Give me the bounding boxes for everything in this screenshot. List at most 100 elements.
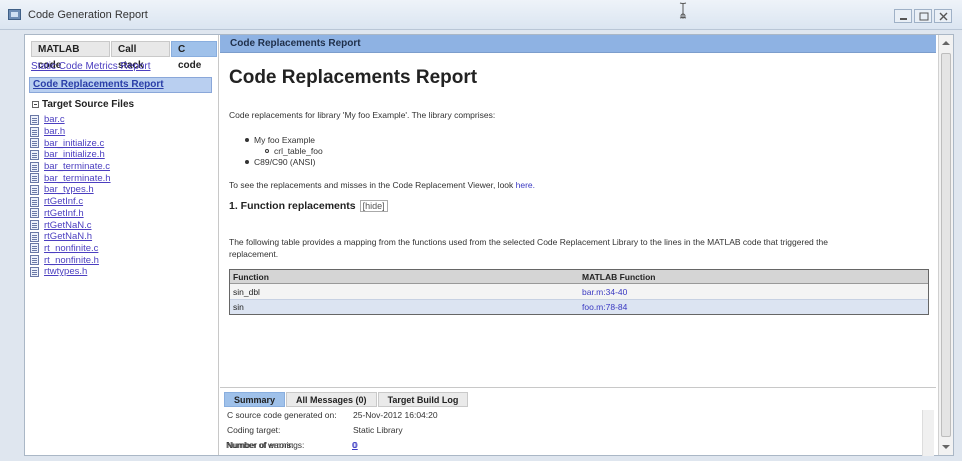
file-link[interactable]: bar_initialize.h [44,149,105,160]
maximize-button[interactable] [914,9,932,23]
table-row: sin foo.m:78-84 [230,299,928,314]
file-link[interactable]: rtwtypes.h [44,266,87,277]
scrollbar-thumb[interactable] [941,53,951,437]
cell-function: sin [233,302,244,312]
header-function: Function [233,271,269,282]
file-item[interactable]: rtGetNaN.h [30,231,111,243]
title-bar: Code Generation Report [0,0,962,30]
file-item[interactable]: rt_nonfinite.c [30,243,111,255]
file-link[interactable]: rtGetNaN.h [44,231,92,242]
tab-matlab-code[interactable]: MATLAB code [31,41,111,71]
file-item[interactable]: rtGetNaN.c [30,219,111,231]
file-list: bar.c bar.h bar_initialize.c bar_initial… [30,114,111,278]
file-item[interactable]: bar_initialize.c [30,137,111,149]
file-icon [30,126,39,137]
summary-label: C source code generated on: [227,410,337,420]
file-link[interactable]: bar.c [44,114,65,125]
report-window: MATLAB code Call stack C code Static Cod… [24,34,954,456]
minimize-button[interactable] [894,9,912,23]
section-title-text: 1. Function replacements [229,200,356,212]
file-link[interactable]: rtGetInf.c [44,196,83,207]
tree-target-source-files[interactable]: Target Source Files [32,99,134,110]
navigation-pane: MATLAB code Call stack C code Static Cod… [25,35,219,455]
file-link[interactable]: bar_terminate.h [44,173,111,184]
cell-matlab-link[interactable]: bar.m:34-40 [579,287,928,297]
file-icon [30,138,39,149]
replacements-table: Function MATLAB Function sin_dbl bar.m:3… [229,269,929,315]
window-title: Code Generation Report [28,9,148,21]
tab-target-build-log[interactable]: Target Build Log [377,392,469,407]
file-item[interactable]: rtGetInf.c [30,196,111,208]
summary-label: Number of warnings: [226,440,305,450]
collapse-icon[interactable] [32,101,39,108]
file-icon [30,114,39,125]
bullet-icon [245,160,249,164]
table-header-row: Function MATLAB Function [230,270,928,284]
summary-panel: Summary All Messages (0) Target Build Lo… [220,387,936,456]
file-item[interactable]: bar_terminate.h [30,172,111,184]
file-icon [30,196,39,207]
library-subitem: crl_table_foo [265,146,323,156]
table-description: The following table provides a mapping f… [229,237,828,247]
cell-matlab-link[interactable]: foo.m:78-84 [579,302,928,312]
library-name: My foo Example [254,135,315,145]
file-icon [30,184,39,195]
file-icon [30,149,39,160]
link-static-code-metrics[interactable]: Static Code Metrics Report [31,61,151,72]
table-description-cont: replacement. [229,249,279,259]
tab-summary[interactable]: Summary [224,392,286,407]
viewer-text-body: To see the replacements and misses in th… [229,180,516,190]
scroll-down-icon[interactable] [942,445,950,449]
file-link[interactable]: rtGetInf.h [44,208,84,219]
file-link[interactable]: bar_types.h [44,184,94,195]
hide-section-button[interactable]: [hide] [359,200,388,212]
cell-function: sin_dbl [233,286,260,297]
summary-scrollbar[interactable] [922,410,934,456]
summary-label: Coding target: [227,425,281,435]
section-title: 1. Function replacements [hide] [229,200,388,212]
file-icon [30,220,39,231]
tab-c-code[interactable]: C code [170,41,217,71]
viewer-link[interactable]: here. [516,180,535,190]
vertical-scrollbar[interactable] [938,35,953,455]
file-icon [30,161,39,172]
summary-coding-target: Static Library [353,425,403,435]
file-link[interactable]: bar.h [44,126,65,137]
scroll-up-icon[interactable] [942,41,950,45]
library-table-name: crl_table_foo [274,146,323,156]
report-header-label: Code Replacements Report [230,38,361,49]
table-row: sin_dbl bar.m:34-40 [230,284,928,299]
link-code-replacements-selected[interactable]: Code Replacements Report [29,77,212,93]
file-item[interactable]: bar_terminate.c [30,161,111,173]
library-item: My foo Example [245,135,315,145]
app-icon [8,9,21,20]
file-icon [30,266,39,277]
intro-text: Code replacements for library 'My foo Ex… [229,110,496,120]
page-title: Code Replacements Report [229,67,478,88]
report-header-bar: Code Replacements Report [220,35,936,53]
file-item[interactable]: bar_initialize.h [30,149,111,161]
bullet-icon [245,138,249,142]
library-name: C89/C90 (ANSI) [254,157,316,167]
file-link[interactable]: rtGetNaN.c [44,220,92,231]
file-item[interactable]: bar.h [30,126,111,138]
warnings-count-link[interactable]: 0 [352,440,357,450]
report-pane: Code Replacements Report Code Replacemen… [220,35,936,456]
file-link[interactable]: rt_nonfinite.h [44,255,99,266]
file-link[interactable]: bar_initialize.c [44,138,104,149]
file-icon [30,173,39,184]
close-button[interactable] [934,9,952,23]
file-item[interactable]: rtwtypes.h [30,266,111,278]
tab-all-messages[interactable]: All Messages (0) [286,392,377,407]
file-link[interactable]: rt_nonfinite.c [44,243,98,254]
file-icon [30,208,39,219]
file-icon [30,243,39,254]
file-item[interactable]: bar_types.h [30,184,111,196]
tab-call-stack[interactable]: Call stack [111,41,170,71]
file-link[interactable]: bar_terminate.c [44,161,110,172]
tree-title: Target Source Files [42,99,135,110]
file-item[interactable]: bar.c [30,114,111,126]
file-item[interactable]: rt_nonfinite.h [30,254,111,266]
bullet-icon [265,149,269,153]
file-item[interactable]: rtGetInf.h [30,208,111,220]
